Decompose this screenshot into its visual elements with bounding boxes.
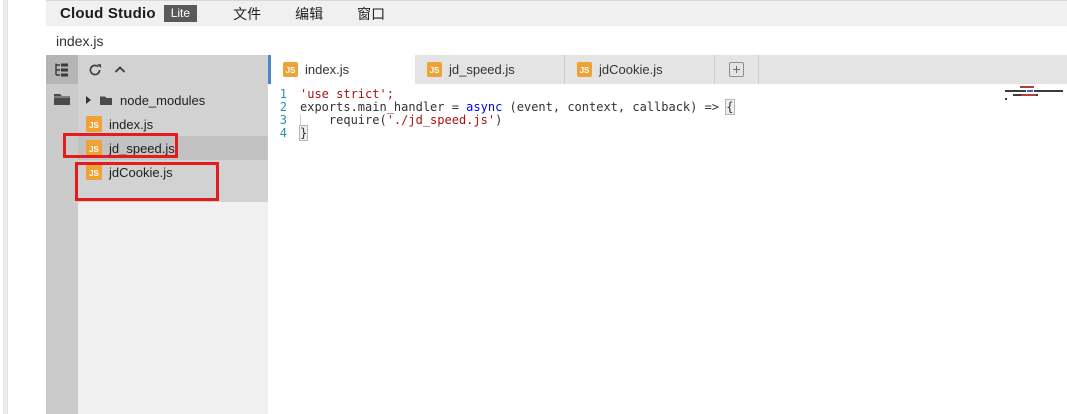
code-token: async xyxy=(466,100,502,114)
minimap-segment xyxy=(1005,94,1013,96)
editor-column: JS index.js JS jd_speed.js JS jdCookie.j… xyxy=(268,55,1067,414)
explorer-toolbar xyxy=(78,55,268,84)
refresh-button[interactable] xyxy=(88,63,102,77)
tab-label: jd_speed.js xyxy=(449,62,515,77)
code-token: './jd_speed.js' xyxy=(387,113,495,127)
tree-item-label: index.js xyxy=(109,117,153,132)
tree-item-label: node_modules xyxy=(120,93,205,108)
tab-bar: JS index.js JS jd_speed.js JS jdCookie.j… xyxy=(268,55,1067,84)
minimap-segment xyxy=(1005,98,1007,100)
cloud-studio-window: Cloud Studio Lite 文件 编辑 窗口 index.js xyxy=(0,0,1067,414)
menu-item[interactable]: 窗口 xyxy=(357,4,385,24)
code-token: require( xyxy=(300,113,387,127)
app-frame: Cloud Studio Lite 文件 编辑 窗口 index.js xyxy=(46,0,1067,414)
menu-item[interactable]: 文件 xyxy=(233,4,261,24)
tab-label: index.js xyxy=(305,62,349,77)
page-scrollbar[interactable] xyxy=(3,0,8,414)
brand-logo: Cloud Studio xyxy=(60,5,156,22)
menu-item[interactable]: 编辑 xyxy=(295,4,323,24)
js-file-icon: JS xyxy=(427,62,442,77)
code-line: 4 } xyxy=(268,127,1067,140)
code-line: 3 require('./jd_speed.js') xyxy=(268,114,1067,127)
minimap-segment xyxy=(1021,94,1036,96)
minimap-row xyxy=(1005,98,1063,100)
menu-item-label: 窗口 xyxy=(357,6,385,22)
code-editor[interactable]: 1 'use strict'; 2 exports.main_handler =… xyxy=(268,84,1067,414)
code-token: { xyxy=(726,100,733,114)
minimap[interactable] xyxy=(1005,86,1063,102)
code-text: } xyxy=(300,127,307,140)
plus-icon xyxy=(729,62,744,77)
menu-item-label: 编辑 xyxy=(295,6,323,22)
code-token: exports.main_handler = xyxy=(300,100,466,114)
code-text: require('./jd_speed.js') xyxy=(300,114,502,127)
folder-icon xyxy=(53,92,71,106)
minimap-segment xyxy=(1020,86,1034,88)
minimap-segment xyxy=(1005,90,1026,92)
tree-view-icon xyxy=(53,62,71,78)
js-file-icon: JS xyxy=(86,116,102,132)
new-tab-button[interactable] xyxy=(715,55,759,84)
js-file-icon: JS xyxy=(283,62,298,77)
minimap-segment xyxy=(1036,94,1038,96)
tree-item-folder[interactable]: node_modules xyxy=(78,88,268,112)
folder-view-button[interactable] xyxy=(46,84,78,113)
minimap-row xyxy=(1005,90,1063,92)
minimap-row xyxy=(1005,86,1063,88)
menu-bar: Cloud Studio Lite 文件 编辑 窗口 xyxy=(46,0,1067,26)
expand-arrow-icon xyxy=(86,96,91,104)
editor-tab[interactable]: JS jdCookie.js xyxy=(565,55,715,84)
minimap-segment xyxy=(1005,86,1020,88)
breadcrumb-filename: index.js xyxy=(56,33,103,49)
minimap-row xyxy=(1005,94,1063,96)
code-token: ) xyxy=(495,113,502,127)
code-token: } xyxy=(300,126,307,140)
minimap-segment xyxy=(1034,90,1063,92)
code-token: 'use strict'; xyxy=(300,87,394,101)
editor-tab[interactable]: JS jd_speed.js xyxy=(415,55,565,84)
tab-label: jdCookie.js xyxy=(599,62,663,77)
editor-tab[interactable]: JS index.js xyxy=(268,55,415,84)
breadcrumb: index.js xyxy=(46,26,1067,55)
annotation-box-jd-speed xyxy=(63,133,178,158)
annotation-box-jdcookie xyxy=(75,162,219,201)
minimap-segment xyxy=(1013,94,1021,96)
activity-bar xyxy=(46,55,78,414)
code-token: (event, context, callback) => xyxy=(502,100,726,114)
file-tree-view-button[interactable] xyxy=(46,55,78,84)
collapse-all-button[interactable] xyxy=(114,66,126,73)
folder-icon xyxy=(99,95,113,106)
menu-list: 文件 编辑 窗口 xyxy=(233,4,385,24)
lite-badge: Lite xyxy=(164,5,197,22)
line-number: 4 xyxy=(268,127,300,140)
js-file-icon: JS xyxy=(577,62,592,77)
menu-item-label: 文件 xyxy=(233,6,261,22)
file-explorer-panel: node_modules JS index.js JS jd_speed.js … xyxy=(78,55,268,414)
